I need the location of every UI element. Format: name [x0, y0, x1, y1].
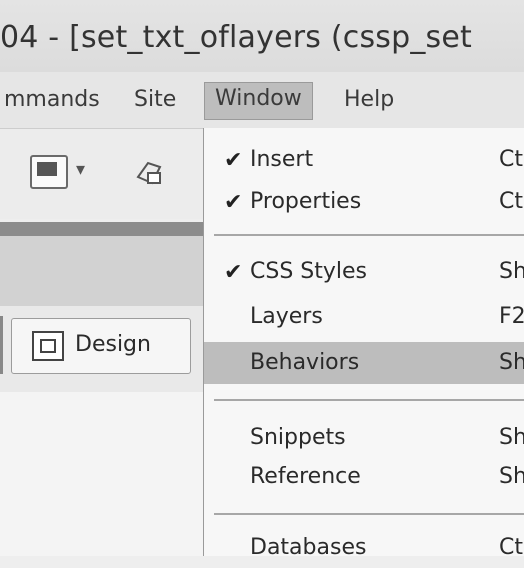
menu-separator — [214, 513, 524, 515]
design-pane-icon — [40, 339, 56, 353]
menu-item-behaviors[interactable]: Behaviors Sh — [204, 342, 524, 384]
window-titlebar: 04 - [set_txt_oflayers (cssp_set — [0, 0, 524, 73]
shape-tool-icon[interactable] — [132, 155, 166, 189]
design-view-icon — [32, 331, 64, 361]
window-menu-dropdown: ✔ Insert Ct ✔ Properties Ct ✔ CSS Styles… — [203, 128, 524, 560]
menu-commands[interactable]: mmands — [0, 84, 108, 115]
menu-item-css-styles[interactable]: ✔ CSS Styles Sh — [204, 254, 524, 292]
menu-item-databases[interactable]: Databases Ct — [204, 530, 524, 568]
checkmark-icon: ✔ — [224, 148, 243, 173]
view-divider — [0, 316, 3, 374]
menu-item-shortcut: Sh — [499, 350, 524, 375]
design-view-label: Design — [75, 332, 151, 357]
window-title: 04 - [set_txt_oflayers (cssp_set — [0, 20, 473, 55]
menu-window[interactable]: Window — [204, 82, 313, 120]
menu-item-shortcut: Sh — [499, 464, 524, 489]
menu-item-label: Databases — [250, 535, 367, 560]
dropdown-arrow-icon[interactable]: ▾ — [76, 159, 85, 180]
menu-site[interactable]: Site — [126, 84, 184, 115]
menu-item-label: CSS Styles — [250, 259, 368, 284]
menu-item-label: Behaviors — [250, 350, 360, 375]
menu-item-insert[interactable]: ✔ Insert Ct — [204, 142, 524, 180]
menu-item-snippets[interactable]: Snippets Sh — [204, 420, 524, 458]
shape-tool-svg — [136, 161, 162, 185]
menu-item-label: Properties — [250, 189, 362, 214]
menu-item-label: Reference — [250, 464, 361, 489]
checkmark-icon: ✔ — [224, 190, 243, 215]
design-view-button[interactable]: Design — [11, 318, 191, 374]
checkmark-icon: ✔ — [224, 260, 243, 285]
menu-item-shortcut: F2 — [499, 304, 524, 329]
menu-separator — [214, 399, 524, 401]
menu-item-label: Insert — [250, 147, 314, 172]
menu-help[interactable]: Help — [336, 84, 402, 115]
monitor-icon[interactable] — [30, 155, 68, 189]
menu-item-shortcut: Ct — [499, 147, 523, 172]
monitor-screen-icon — [37, 162, 57, 176]
menu-item-shortcut: Ct — [499, 189, 523, 214]
menu-item-shortcut: Sh — [499, 259, 524, 284]
menu-item-label: Layers — [250, 304, 323, 329]
menu-item-shortcut: Sh — [499, 425, 524, 450]
menu-item-shortcut: Ct — [499, 535, 523, 560]
menu-separator — [214, 234, 524, 236]
menu-item-label: Snippets — [250, 425, 346, 450]
menubar: mmands Site Window Help — [0, 72, 524, 129]
menu-item-properties[interactable]: ✔ Properties Ct — [204, 184, 524, 222]
menu-item-layers[interactable]: Layers F2 — [204, 299, 524, 337]
menu-item-reference[interactable]: Reference Sh — [204, 459, 524, 497]
